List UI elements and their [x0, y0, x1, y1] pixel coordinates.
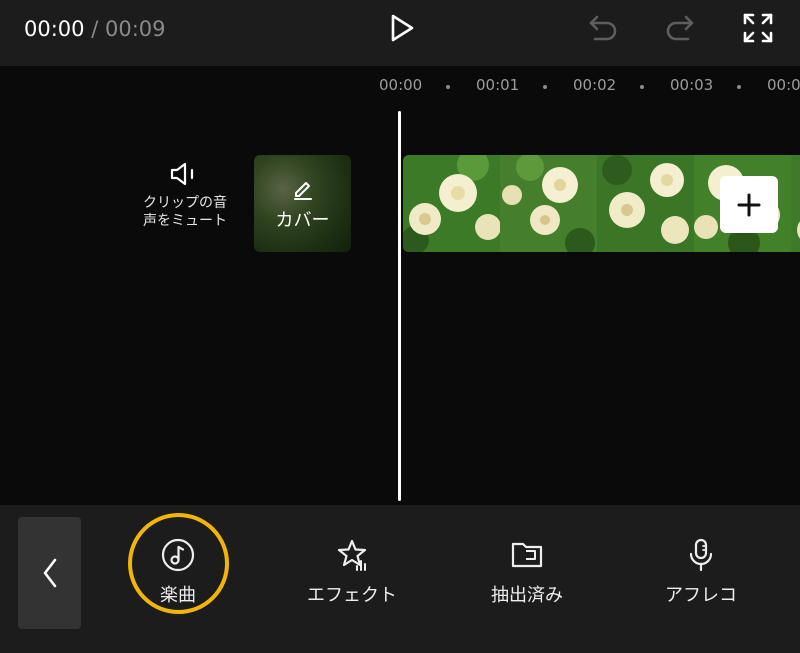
cover-button[interactable]: カバー [254, 155, 351, 252]
edit-pencil-icon [293, 181, 312, 200]
redo-icon [666, 15, 694, 41]
music-note-icon [161, 538, 195, 572]
sparkle-star-icon [337, 539, 367, 571]
redo-button[interactable] [660, 9, 700, 47]
bottom-toolbar: 楽曲 エフェクト 抽出済み アフレコ [0, 505, 800, 653]
play-button[interactable] [382, 8, 422, 48]
voiceover-tool-button[interactable]: アフレコ [636, 527, 766, 617]
effect-tool-button[interactable]: エフェクト [287, 527, 417, 617]
ruler-dot [640, 85, 644, 89]
back-button[interactable] [18, 517, 81, 629]
playhead[interactable] [398, 111, 401, 501]
clip-frame [597, 155, 694, 252]
top-toolbar: 00:00 / 00:09 [0, 0, 800, 66]
cover-label: カバー [275, 209, 330, 231]
total-time: 00:09 [104, 17, 166, 41]
clip-frame [403, 155, 500, 252]
clip-frame [791, 155, 800, 252]
music-tool-button[interactable]: 楽曲 [113, 527, 243, 617]
ruler-dot [543, 85, 547, 89]
speaker-icon [170, 162, 194, 186]
time-separator: / [84, 17, 105, 41]
extracted-tool-button[interactable]: 抽出済み [462, 527, 592, 617]
music-tool-label: 楽曲 [160, 585, 196, 606]
fullscreen-button[interactable] [738, 8, 778, 48]
mute-label-line2: 声をミュート [143, 213, 227, 229]
mute-clip-audio-button[interactable]: クリップの音 声をミュート [130, 160, 240, 230]
ruler-dot [737, 85, 741, 89]
folder-icon [511, 542, 543, 568]
chevron-left-icon [43, 558, 56, 588]
voiceover-tool-label: アフレコ [665, 585, 737, 606]
add-clip-button[interactable] [720, 176, 778, 233]
ruler-tick: 00:0 [767, 76, 800, 94]
ruler-tick: 00:01 [476, 76, 520, 94]
extracted-tool-label: 抽出済み [491, 585, 563, 606]
play-icon [391, 14, 414, 42]
ruler-dot [446, 85, 450, 89]
mute-label-line1: クリップの音 [143, 195, 227, 211]
clip-frame [500, 155, 597, 252]
timeline-ruler: 00:00 00:01 00:02 00:03 00:0 [0, 66, 800, 106]
ruler-tick: 00:02 [573, 76, 617, 94]
time-display: 00:00 / 00:09 [24, 16, 166, 42]
current-time: 00:00 [24, 17, 85, 41]
plus-icon [737, 193, 761, 216]
effect-tool-label: エフェクト [307, 585, 397, 606]
undo-button[interactable] [583, 9, 623, 47]
ruler-tick: 00:03 [670, 76, 714, 94]
fullscreen-icon [743, 13, 773, 43]
undo-icon [589, 15, 617, 41]
ruler-tick: 00:00 [379, 76, 423, 94]
microphone-icon [689, 538, 713, 572]
